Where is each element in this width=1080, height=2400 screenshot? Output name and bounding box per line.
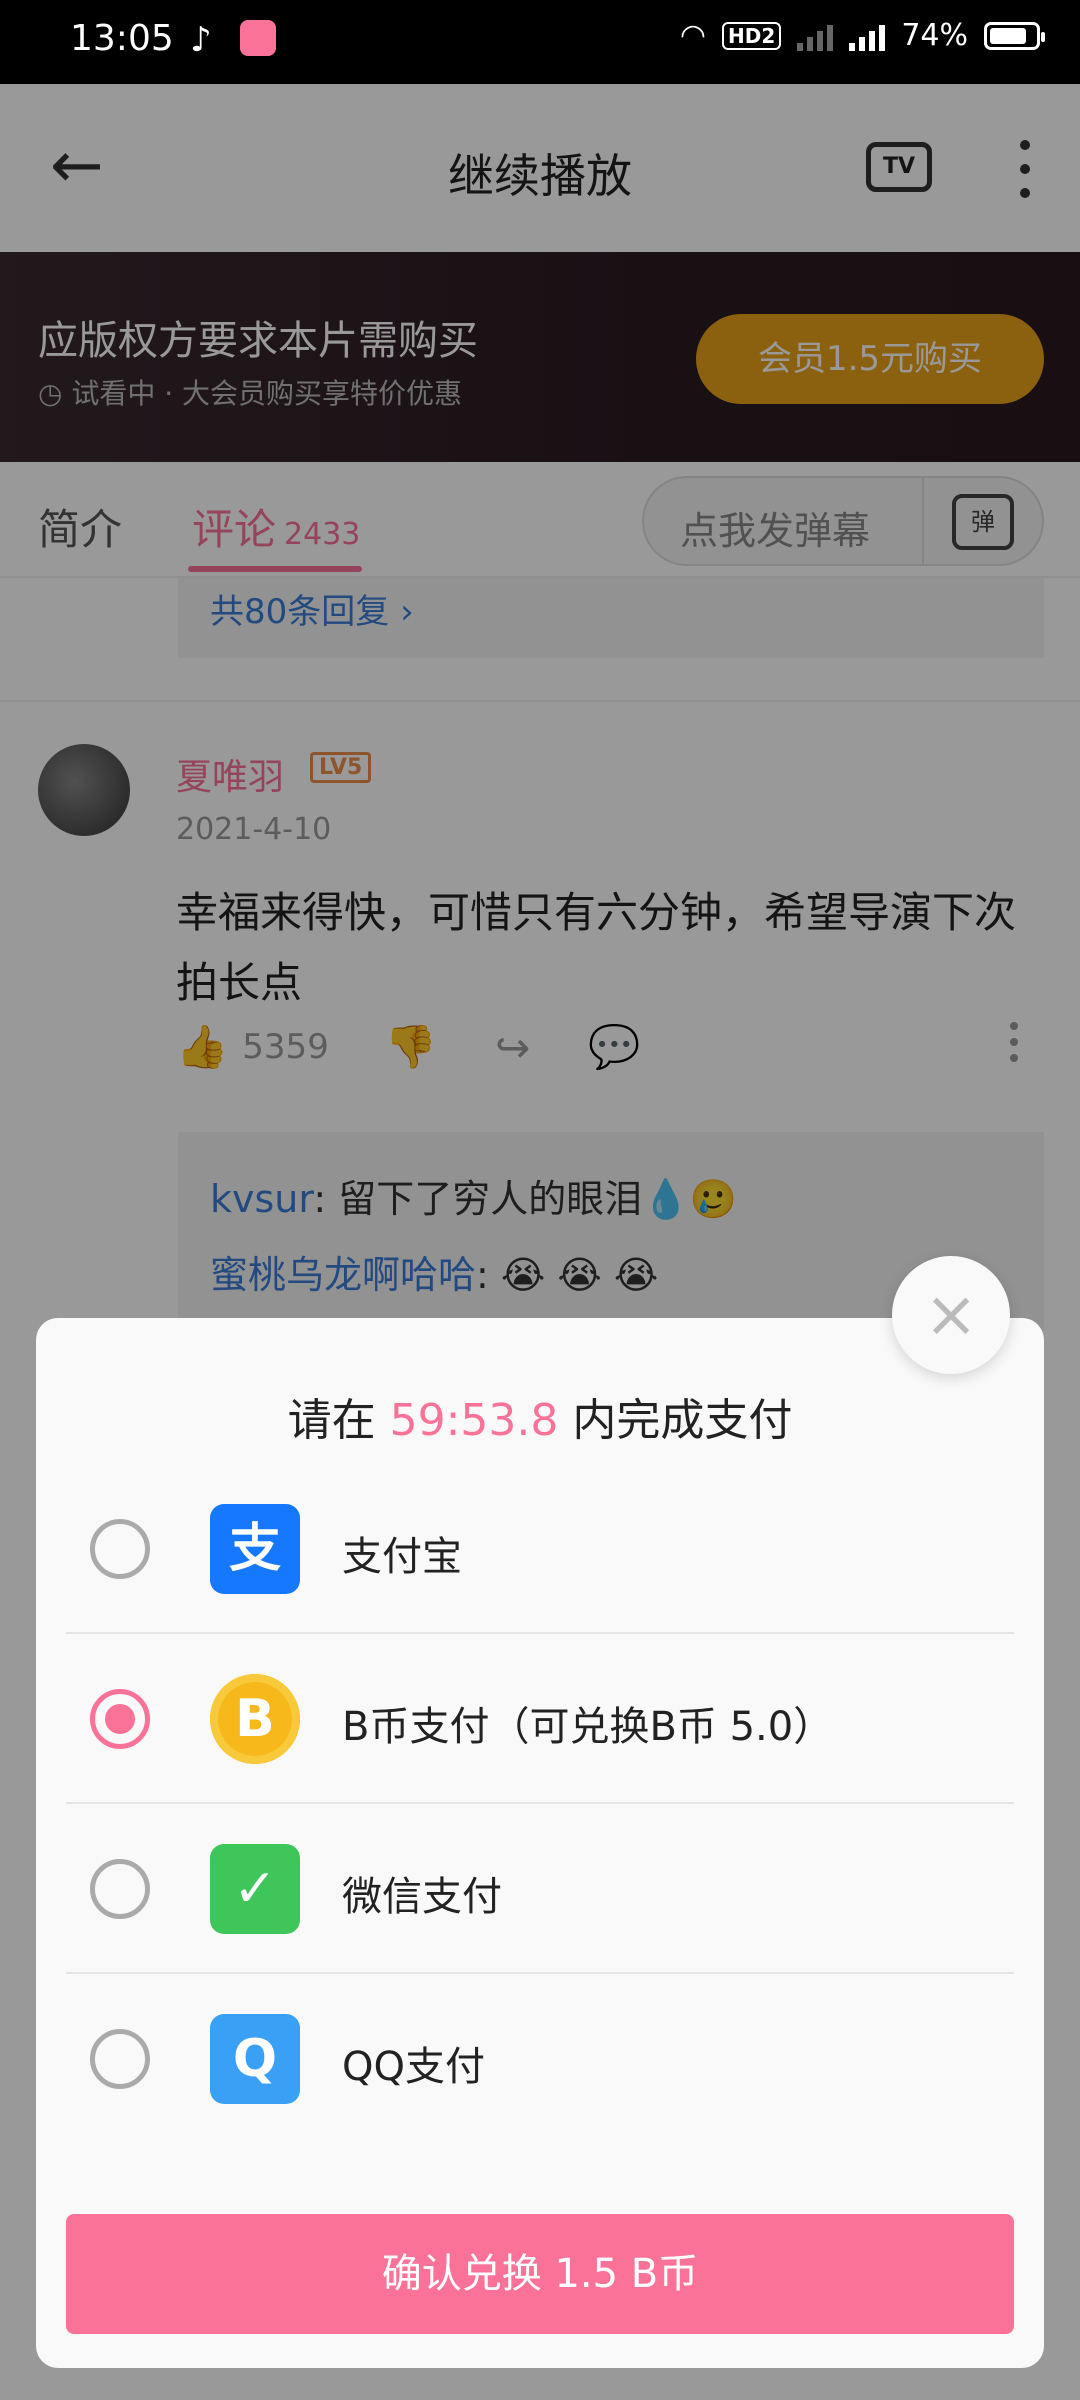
radio-qq[interactable]	[90, 2029, 150, 2089]
payment-option-label: 微信支付	[342, 1874, 502, 1920]
payment-title: 请在 59:53.8 内完成支付	[36, 1384, 1044, 1448]
radio-alipay[interactable]	[90, 1519, 150, 1579]
payment-sheet: 请在 59:53.8 内完成支付 支 支付宝 B B币支付（可兑换B币 5.0）…	[36, 1318, 1044, 2368]
payment-option-label: B币支付（可兑换B币 5.0）	[342, 1704, 834, 1750]
alipay-icon: 支	[210, 1504, 300, 1594]
wifi-icon: ◠	[679, 18, 707, 53]
payment-option-label: 支付宝	[342, 1534, 462, 1580]
signal-icon-sim2	[849, 21, 886, 51]
bilibili-notification-icon	[240, 20, 276, 56]
music-note-icon: ♪	[190, 20, 212, 60]
payment-option-qq[interactable]: Q QQ支付	[66, 1974, 1014, 2144]
signal-icon-sim1	[797, 21, 834, 51]
battery-icon	[984, 21, 1045, 50]
battery-percent: 74%	[901, 18, 968, 53]
payment-title-suffix: 内完成支付	[572, 1395, 793, 1446]
payment-option-label: QQ支付	[342, 2044, 485, 2090]
payment-countdown: 59:53.8	[389, 1395, 559, 1446]
payment-option-wechat[interactable]: ✓ 微信支付	[66, 1804, 1014, 1974]
hd-icon: HD2	[722, 21, 782, 50]
payment-title-prefix: 请在	[287, 1395, 376, 1446]
status-icons: ◠ HD2 74%	[679, 18, 1045, 53]
close-icon[interactable]: ×	[892, 1256, 1010, 1374]
radio-bcoin[interactable]	[90, 1689, 150, 1749]
wechat-icon: ✓	[210, 1844, 300, 1934]
payment-option-bcoin[interactable]: B B币支付（可兑换B币 5.0）	[66, 1634, 1014, 1804]
qq-icon: Q	[210, 2014, 300, 2104]
status-bar: 13:05 ♪ ◠ HD2 74%	[0, 0, 1080, 84]
payment-option-alipay[interactable]: 支 支付宝	[66, 1464, 1014, 1634]
status-time: 13:05	[70, 18, 174, 59]
radio-wechat[interactable]	[90, 1859, 150, 1919]
confirm-exchange-button[interactable]: 确认兑换 1.5 B币	[66, 2214, 1014, 2334]
bcoin-icon: B	[210, 1674, 300, 1764]
